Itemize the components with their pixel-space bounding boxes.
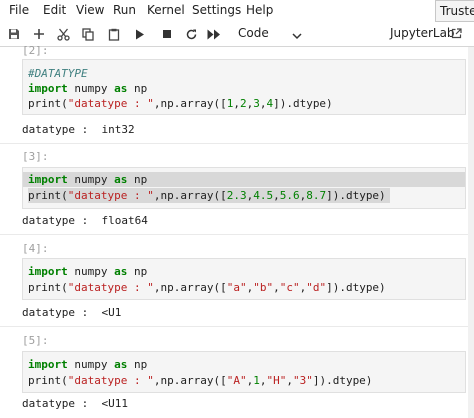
menu-run[interactable]: Run <box>113 3 136 17</box>
code-token: np <box>127 173 148 186</box>
code-line: import numpy as np <box>28 81 147 96</box>
cell-output: datatype : float64 <box>22 214 148 227</box>
cell-prompt: [5]: <box>22 334 49 347</box>
code-line: import numpy as np <box>23 172 465 187</box>
menu-edit[interactable]: Edit <box>43 3 66 17</box>
code-token: import <box>28 82 68 95</box>
external-link-icon[interactable] <box>451 28 462 42</box>
code-cell-input[interactable]: import numpy as np print("datatype : ",n… <box>22 351 466 393</box>
code-token: "a" <box>226 281 247 294</box>
code-cell-input[interactable]: #DATATYPE import numpy as np print("data… <box>22 59 466 115</box>
code-token: 2 <box>239 97 247 110</box>
code-token: np <box>127 82 148 95</box>
cell-prompt: [3]: <box>22 150 49 163</box>
cell-output: datatype : <U11 <box>22 397 128 410</box>
code-token: as <box>114 265 128 278</box>
code-token: "d" <box>306 281 327 294</box>
code-token: numpy <box>67 82 115 95</box>
add-icon[interactable] <box>31 26 47 42</box>
code-token: np <box>127 265 148 278</box>
code-token: ,np.array([ <box>153 374 227 387</box>
code-token: "b" <box>253 281 274 294</box>
code-token: "datatype : " <box>67 97 154 110</box>
menu-bar: File Edit View Run Kernel Settings Help … <box>0 0 474 22</box>
menu-settings[interactable]: Settings <box>192 3 241 17</box>
cell-prompt: [2]: <box>22 44 49 57</box>
code-token: numpy <box>67 358 115 371</box>
code-token: 4.5 <box>253 189 274 202</box>
trusted-indicator[interactable]: Trusted <box>435 0 474 22</box>
code-token: 1 <box>253 374 260 387</box>
restart-icon[interactable] <box>183 26 199 42</box>
code-token: 5.6 <box>279 189 300 202</box>
code-token: as <box>114 173 128 186</box>
fast-forward-icon[interactable] <box>206 26 222 42</box>
code-token: "datatype : " <box>67 374 154 387</box>
code-token: print( <box>28 281 68 294</box>
code-token: "A" <box>226 374 247 387</box>
code-token: print( <box>28 97 68 110</box>
code-token: #DATATYPE <box>28 67 88 80</box>
code-token: "datatype : " <box>67 189 154 202</box>
open-jupyterlab-link[interactable]: JupyterLab <box>390 26 455 40</box>
code-line: print("datatype : ",np.array([1,2,3,4]).… <box>28 96 333 111</box>
code-cell-input[interactable]: import numpy as np print("datatype : ",n… <box>22 258 466 300</box>
code-token: ]).dtype) <box>326 189 386 202</box>
code-token: "datatype : " <box>67 281 154 294</box>
notebook-toolbar: Code JupyterLab <box>0 22 474 47</box>
code-line: print("datatype : ",np.array(["a","b","c… <box>28 280 386 295</box>
code-cell-input[interactable]: import numpy as np print("datatype : ",n… <box>22 167 466 209</box>
code-line: import numpy as np <box>28 264 147 279</box>
code-token: ,np.array([ <box>153 97 227 110</box>
cell-type-select[interactable]: Code <box>238 26 269 40</box>
cut-icon[interactable] <box>55 26 71 42</box>
code-token: , <box>233 97 240 110</box>
cell-separator <box>0 326 474 327</box>
paste-icon[interactable] <box>106 26 122 42</box>
code-token: import <box>28 265 68 278</box>
cell-output: datatype : int32 <box>22 123 135 136</box>
code-token: "H" <box>266 374 287 387</box>
scrollbar[interactable] <box>468 47 474 418</box>
chevron-down-icon[interactable] <box>292 29 302 43</box>
code-token: ]).dtype) <box>273 97 333 110</box>
cell-output: datatype : <U1 <box>22 306 122 319</box>
code-token: ,np.array([ <box>153 189 227 202</box>
save-icon[interactable] <box>6 26 22 42</box>
code-token: , <box>273 281 280 294</box>
code-token: import <box>28 173 68 186</box>
code-token: import <box>28 358 68 371</box>
code-token: ]).dtype) <box>326 281 386 294</box>
cell-prompt: [4]: <box>22 242 49 255</box>
code-token: ]).dtype) <box>312 374 373 387</box>
code-token: print( <box>28 374 68 387</box>
cell-separator <box>0 234 474 235</box>
code-line: import numpy as np <box>28 357 147 372</box>
code-token: "c" <box>279 281 300 294</box>
code-line: #DATATYPE <box>28 66 88 81</box>
code-token: 8.7 <box>306 189 327 202</box>
code-token: as <box>114 82 128 95</box>
menu-file[interactable]: File <box>9 3 29 17</box>
code-token: , <box>286 374 293 387</box>
code-token: , <box>273 189 280 202</box>
code-token: 3 <box>253 97 260 110</box>
stop-icon[interactable] <box>159 26 175 42</box>
code-token: "3" <box>292 374 313 387</box>
menu-kernel[interactable]: Kernel <box>147 3 185 17</box>
menu-help[interactable]: Help <box>246 3 273 17</box>
menu-view[interactable]: View <box>76 3 104 17</box>
run-icon[interactable] <box>132 26 148 42</box>
copy-icon[interactable] <box>80 26 96 42</box>
code-token: as <box>114 358 128 371</box>
code-token: numpy <box>67 265 115 278</box>
code-line: print("datatype : ",np.array([2.3,4.5,5.… <box>28 188 390 203</box>
code-token: 2.3 <box>226 189 247 202</box>
code-token: ,np.array([ <box>153 281 227 294</box>
code-token: print( <box>28 189 68 202</box>
code-line: print("datatype : ",np.array(["A",1,"H",… <box>28 373 372 388</box>
code-token: np <box>127 358 148 371</box>
cell-separator <box>0 143 474 144</box>
code-token: numpy <box>67 173 115 186</box>
